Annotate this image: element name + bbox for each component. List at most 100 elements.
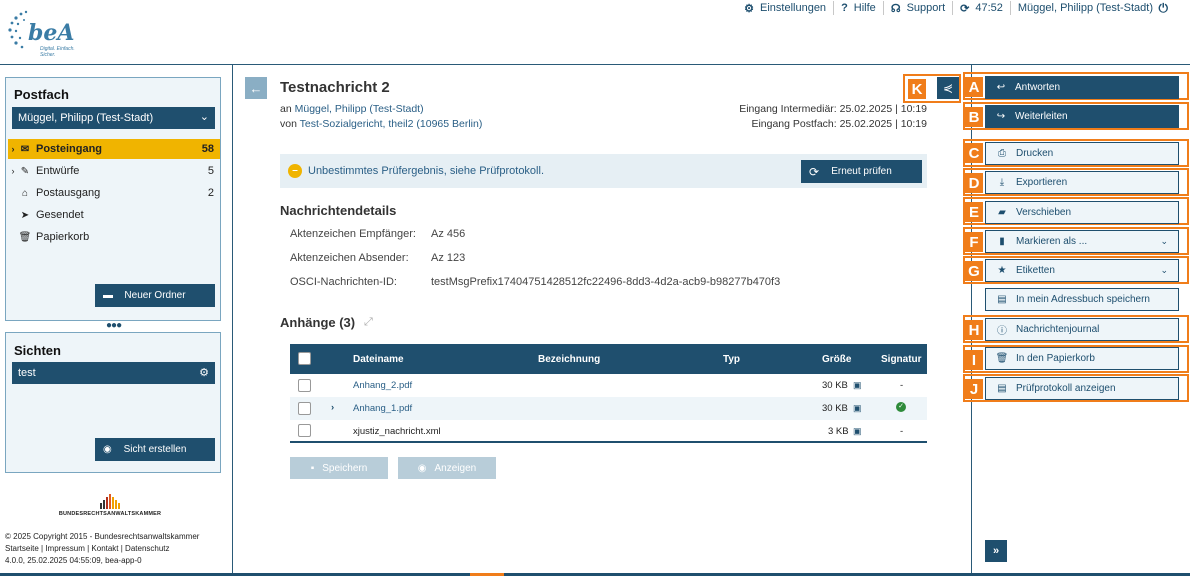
create-view-label: Sicht erstellen bbox=[123, 444, 187, 455]
signature-valid-icon: ✓ bbox=[896, 402, 906, 412]
recipient-link[interactable]: Müggel, Philipp (Test-Stadt) bbox=[295, 103, 424, 115]
annotation-label-g: G bbox=[965, 261, 983, 281]
brak-bars-icon bbox=[50, 493, 170, 509]
row-checkbox[interactable] bbox=[298, 402, 311, 415]
back-button[interactable]: ← bbox=[245, 77, 267, 99]
power-icon[interactable]: ⏻ bbox=[1159, 1, 1169, 16]
row-checkbox[interactable] bbox=[298, 379, 311, 392]
footer-links[interactable]: Startseite | Impressum | Kontakt | Daten… bbox=[5, 543, 199, 555]
new-folder-label: Neuer Ordner bbox=[124, 290, 186, 301]
folder-postausgang[interactable]: ⌂ Postausgang 2 bbox=[8, 183, 220, 203]
detail-label: Aktenzeichen Absender: bbox=[290, 252, 409, 264]
column-header-description[interactable]: Bezeichnung bbox=[538, 354, 600, 365]
mark-as-label: Markieren als ... bbox=[1016, 236, 1088, 247]
column-header-size[interactable]: Größe bbox=[822, 354, 851, 365]
move-button[interactable]: ▰ Verschieben bbox=[985, 201, 1179, 224]
folder-count: 2 bbox=[207, 187, 214, 199]
logo-text: beA bbox=[28, 20, 75, 46]
column-header-signature[interactable]: Signatur bbox=[881, 354, 922, 365]
folder-label: Entwürfe bbox=[36, 165, 80, 177]
attachment-name-link[interactable]: Anhang_2.pdf bbox=[353, 380, 412, 391]
mark-as-dropdown[interactable]: ▮ Markieren als ... ⌄ bbox=[985, 230, 1179, 253]
trash-icon: 🗑 bbox=[995, 353, 1009, 364]
row-checkbox[interactable] bbox=[298, 424, 311, 437]
chevron-right-icon[interactable]: › bbox=[331, 402, 334, 413]
print-button[interactable]: ⎙ Drucken bbox=[985, 142, 1179, 165]
folder-entwuerfe[interactable]: › ✎ Entwürfe 5 bbox=[8, 161, 220, 181]
gear-icon: ⚙ bbox=[744, 2, 754, 15]
sichten-title: Sichten bbox=[14, 343, 61, 358]
support-label: Support bbox=[906, 2, 946, 14]
sicht-item-label: test bbox=[18, 367, 36, 379]
bea-logo[interactable]: beA Digital. Einfach. Sicher. bbox=[6, 8, 84, 58]
sicht-item-test[interactable]: test ⚙ bbox=[12, 362, 215, 384]
save-file-icon[interactable]: ▣ bbox=[853, 403, 862, 414]
folder-label: Papierkorb bbox=[36, 231, 90, 243]
table-row[interactable]: Anhang_2.pdf 30 KB ▣ - bbox=[290, 374, 927, 397]
postfach-title: Postfach bbox=[14, 87, 69, 102]
gear-icon[interactable]: ⚙ bbox=[199, 366, 209, 379]
show-verification-log-button[interactable]: ▤ Prüfprotokoll anzeigen bbox=[985, 377, 1179, 400]
annotation-label-e: E bbox=[965, 202, 983, 222]
refresh-icon: ⟳ bbox=[809, 164, 820, 179]
attachment-name-link[interactable]: Anhang_1.pdf bbox=[353, 403, 412, 414]
expand-icon[interactable]: ⤢ bbox=[364, 316, 373, 329]
table-row[interactable]: › Anhang_1.pdf 30 KB ▣ ✓ bbox=[290, 397, 927, 420]
recheck-button[interactable]: ⟳ Erneut prüfen bbox=[801, 160, 922, 183]
user-link[interactable]: Müggel, Philipp (Test-Stadt) bbox=[1009, 1, 1160, 15]
table-row[interactable]: xjustiz_nachricht.xml 3 KB ▣ - bbox=[290, 420, 927, 443]
attachment-size: 3 KB bbox=[828, 426, 849, 437]
support-link[interactable]: ☊ Support bbox=[882, 1, 952, 15]
sichten-panel: Sichten test ⚙ ◉ Sicht erstellen bbox=[5, 332, 221, 473]
envelope-icon: ✉ bbox=[20, 143, 30, 155]
message-recipient: an Müggel, Philipp (Test-Stadt) bbox=[280, 103, 424, 115]
attachments-title: Anhänge (3) bbox=[280, 315, 356, 330]
save-file-icon[interactable]: ▣ bbox=[853, 426, 862, 437]
refresh-icon: ⟳ bbox=[960, 2, 970, 15]
move-to-trash-label: In den Papierkorb bbox=[1016, 353, 1095, 364]
new-folder-button[interactable]: ▬ Neuer Ordner bbox=[95, 284, 215, 307]
postfach-select[interactable]: Müggel, Philipp (Test-Stadt) ⌄ bbox=[12, 107, 215, 129]
help-link[interactable]: ? Hilfe bbox=[833, 1, 883, 15]
reply-button[interactable]: ↩ Antworten bbox=[985, 76, 1179, 99]
select-all-checkbox[interactable] bbox=[298, 352, 311, 365]
view-attachments-button[interactable]: ◉ Anzeigen bbox=[398, 457, 496, 479]
share-button[interactable]: ⋞ bbox=[937, 77, 959, 99]
session-timer[interactable]: ⟳ 47:52 bbox=[952, 1, 1010, 15]
footer: © 2025 Copyright 2015 - Bundesrechtsanwa… bbox=[5, 531, 199, 567]
move-to-trash-button[interactable]: 🗑 In den Papierkorb bbox=[985, 347, 1179, 370]
detail-value: Az 456 bbox=[431, 228, 466, 240]
labels-dropdown[interactable]: ★ Etiketten ⌄ bbox=[985, 259, 1179, 282]
expand-panel-button[interactable]: » bbox=[985, 540, 1007, 562]
eye-icon: ◉ bbox=[417, 462, 427, 474]
save-to-addressbook-label: In mein Adressbuch speichern bbox=[1016, 294, 1150, 305]
column-header-type[interactable]: Typ bbox=[723, 354, 740, 365]
folder-open-icon: ▰ bbox=[998, 207, 1006, 218]
sender-link[interactable]: Test-Sozialgericht, theil2 (10965 Berlin… bbox=[300, 118, 483, 130]
download-icon: ⤓ bbox=[999, 177, 1005, 188]
folder-posteingang[interactable]: › ✉ Posteingang 58 bbox=[8, 139, 220, 159]
folder-gesendet[interactable]: ➤ Gesendet bbox=[8, 205, 220, 225]
message-title: Testnachricht 2 bbox=[280, 79, 390, 96]
show-verification-log-label: Prüfprotokoll anzeigen bbox=[1016, 383, 1116, 394]
trash-icon: 🗑 bbox=[18, 231, 32, 243]
timer-label: 47:52 bbox=[975, 2, 1003, 14]
resize-handle-icon[interactable]: ●●● bbox=[106, 320, 122, 331]
save-file-icon[interactable]: ▣ bbox=[853, 380, 862, 391]
message-journal-button[interactable]: ⓘ Nachrichtenjournal bbox=[985, 318, 1179, 341]
envelope-open-icon: ⌂ bbox=[21, 187, 29, 199]
footer-copyright: © 2025 Copyright 2015 - Bundesrechtsanwa… bbox=[5, 532, 200, 541]
create-view-button[interactable]: ◉ Sicht erstellen bbox=[95, 438, 215, 461]
forward-button[interactable]: ↪ Weiterleiten bbox=[985, 105, 1179, 128]
folder-papierkorb[interactable]: 🗑 Papierkorb bbox=[8, 227, 220, 247]
attachment-name: xjustiz_nachricht.xml bbox=[353, 426, 441, 437]
annotation-label-c: C bbox=[965, 143, 983, 163]
column-header-name[interactable]: Dateiname bbox=[353, 354, 404, 365]
brak-bar bbox=[103, 500, 105, 509]
settings-link[interactable]: ⚙ Einstellungen bbox=[737, 1, 833, 15]
chevron-down-icon: ⌄ bbox=[199, 111, 209, 123]
export-button[interactable]: ⤓ Exportieren bbox=[985, 171, 1179, 194]
annotation-label-d: D bbox=[965, 173, 983, 193]
save-attachments-button[interactable]: ▪ Speichern bbox=[290, 457, 388, 479]
save-to-addressbook-button[interactable]: ▤ In mein Adressbuch speichern bbox=[985, 288, 1179, 311]
